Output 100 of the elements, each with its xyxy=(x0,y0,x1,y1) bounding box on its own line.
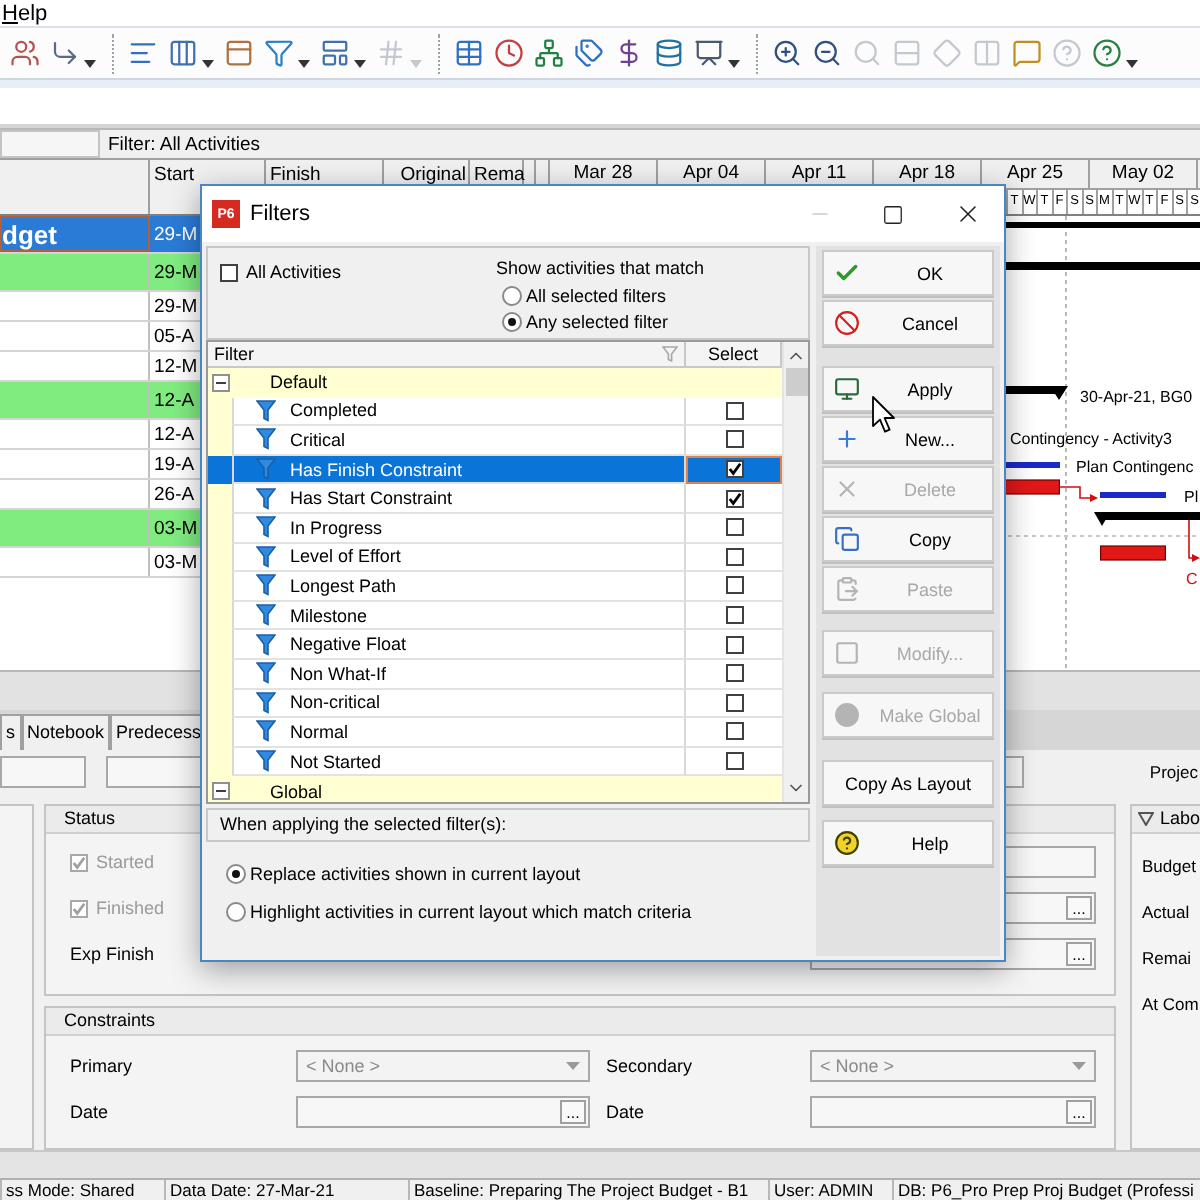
browse-button[interactable]: ... xyxy=(1066,1100,1092,1124)
search-icon xyxy=(852,38,882,68)
filter-row[interactable]: Critical xyxy=(208,426,782,456)
collapse-icon[interactable] xyxy=(212,373,230,392)
gantt-label: Pl xyxy=(1184,488,1199,506)
browse-button[interactable]: ... xyxy=(1066,896,1092,920)
filter-row[interactable]: Not Started xyxy=(208,747,782,777)
table-row[interactable]: 05-A xyxy=(0,322,200,352)
section-header: When applying the selected filter(s): xyxy=(206,808,810,842)
checkbox[interactable] xyxy=(725,693,743,712)
dialog-button[interactable]: Cancel xyxy=(822,300,994,346)
table-row[interactable]: 12-A xyxy=(0,382,200,420)
status-item: Data Date: 27-Mar-21 xyxy=(164,1180,408,1200)
options-label: Show activities that match xyxy=(496,258,705,278)
radio-button[interactable] xyxy=(226,864,246,884)
field-label: Primary xyxy=(70,1056,132,1076)
help-icon xyxy=(833,830,859,856)
table-row[interactable]: 26-A xyxy=(0,480,200,510)
filter-row[interactable]: Has Finish Constraint xyxy=(208,455,782,485)
radio-button[interactable] xyxy=(226,902,246,922)
filter-row[interactable]: In Progress xyxy=(208,513,782,544)
table-row[interactable]: 03-M xyxy=(0,510,200,548)
section-header[interactable]: Labo xyxy=(1132,806,1200,834)
field-label: At Com xyxy=(1142,992,1199,1018)
column-header[interactable]: Filter xyxy=(208,342,686,366)
activity-name: dget xyxy=(0,219,57,249)
checkbox[interactable] xyxy=(725,518,743,537)
group-row[interactable]: Default xyxy=(208,368,782,398)
radio-button[interactable] xyxy=(502,312,522,332)
filter-icon xyxy=(256,604,276,627)
menu-item[interactable]: Help xyxy=(0,1,50,25)
caret-icon xyxy=(566,1062,580,1070)
checkbox[interactable] xyxy=(725,722,743,741)
filter-name: Completed xyxy=(290,400,378,421)
checkbox[interactable] xyxy=(725,635,743,654)
table-row[interactable]: 29-M xyxy=(0,254,200,292)
corner-arrow-icon xyxy=(50,38,80,68)
tab[interactable]: s xyxy=(0,714,21,750)
date-field[interactable]: ... xyxy=(296,1096,590,1128)
filter-row[interactable]: Normal xyxy=(208,718,782,748)
dialog-button[interactable]: Copy xyxy=(822,516,994,562)
date-field[interactable]: ... xyxy=(810,1096,1096,1128)
dialog-button[interactable]: New... xyxy=(822,416,994,462)
filter-label: Filter: All Activities xyxy=(108,133,261,155)
dialog-button[interactable]: Copy As Layout xyxy=(822,760,994,806)
table-row[interactable]: 29-M xyxy=(0,292,200,322)
checkbox[interactable] xyxy=(725,430,743,449)
table-row[interactable]: dget 29-M xyxy=(0,216,200,254)
people-icon xyxy=(10,38,40,68)
table-row[interactable]: 19-A xyxy=(0,450,200,480)
checkbox[interactable] xyxy=(725,547,743,566)
radio-button[interactable] xyxy=(502,285,522,305)
checkbox[interactable] xyxy=(725,752,743,771)
field-label: Date xyxy=(606,1102,645,1122)
checkbox[interactable] xyxy=(725,606,743,625)
status-item: User: ADMIN xyxy=(768,1180,892,1200)
dialog-button[interactable]: Help xyxy=(822,820,994,866)
checkbox[interactable] xyxy=(725,576,743,595)
browse-button[interactable]: ... xyxy=(1066,942,1092,966)
activity-bar xyxy=(1000,479,1060,495)
tab[interactable]: Notebook xyxy=(21,714,111,750)
start-date: 12-A xyxy=(154,423,195,445)
start-date: 03-M xyxy=(154,517,198,539)
browse-button[interactable]: ... xyxy=(560,1100,586,1124)
filter-row[interactable]: Longest Path xyxy=(208,572,782,602)
checkbox[interactable] xyxy=(725,460,743,479)
start-date: 12-M xyxy=(154,355,198,377)
table-row[interactable]: 03-M xyxy=(0,548,200,578)
checkbox[interactable] xyxy=(725,664,743,683)
status-item: ss Mode: Shared xyxy=(0,1180,164,1200)
maximize-icon xyxy=(882,203,904,225)
collapse-icon[interactable] xyxy=(212,782,230,801)
triangle-down-icon[interactable] xyxy=(1138,812,1154,826)
filter-name: Non What-If xyxy=(290,663,387,684)
filter-row[interactable]: Negative Float xyxy=(208,630,782,660)
start-date: 19-A xyxy=(154,453,195,475)
filter-row[interactable]: Non-critical xyxy=(208,689,782,719)
tags-icon xyxy=(574,38,604,68)
field-label: Projec xyxy=(1149,762,1200,782)
filter-row[interactable]: Non What-If xyxy=(208,659,782,690)
gantt-label: Contingency - Activity3 xyxy=(1010,430,1172,448)
filter-row[interactable]: Has Start Constraint xyxy=(208,484,782,514)
filter-row[interactable]: Completed xyxy=(208,397,782,427)
dialog-button[interactable]: Apply xyxy=(822,366,994,412)
plus-icon xyxy=(833,426,859,452)
table-row[interactable]: 12-M xyxy=(0,352,200,382)
baseline-bar xyxy=(1100,492,1166,498)
filter-name: Milestone xyxy=(290,605,368,626)
checkbox[interactable] xyxy=(725,489,743,508)
checkbox[interactable] xyxy=(220,263,238,281)
filter-icon xyxy=(256,750,276,773)
checkbox[interactable] xyxy=(725,401,743,420)
dialog-button[interactable]: OK xyxy=(822,250,994,296)
group-row[interactable]: Global xyxy=(208,776,782,802)
text-field[interactable] xyxy=(0,756,86,788)
scrollbar-thumb[interactable] xyxy=(785,368,807,396)
filter-row[interactable]: Level of Effort xyxy=(208,543,782,573)
filter-row[interactable]: Milestone xyxy=(208,601,782,631)
table-row[interactable]: 12-A xyxy=(0,420,200,450)
checkbox-label: All Activities xyxy=(246,262,342,282)
